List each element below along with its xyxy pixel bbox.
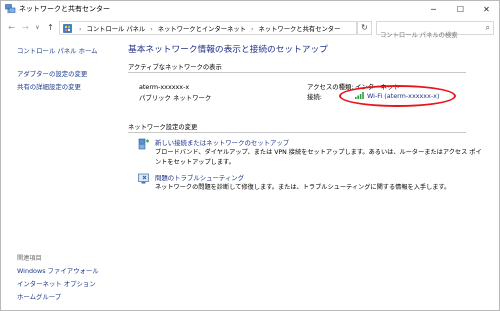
- active-networks-heading: アクティブなネットワークの表示: [128, 64, 222, 71]
- section-divider: [128, 72, 466, 73]
- minimize-button[interactable]: ─: [420, 1, 447, 18]
- network-setup-icon: [138, 138, 149, 150]
- connection-label: 接続:: [307, 93, 322, 101]
- search-box[interactable]: ⌕: [376, 21, 494, 42]
- address-bar[interactable]: › コントロール パネル › ネットワークとインターネット › ネットワークと共…: [59, 21, 405, 35]
- red-highlight-annotation: [339, 85, 456, 107]
- breadcrumb-separator: ›: [79, 26, 82, 33]
- window-title: ネットワークと共有センター: [19, 5, 110, 13]
- address-row: ← → ∨ ↑ › コントロール パネル › ネットワークとインターネット › …: [1, 18, 499, 42]
- main-content: 基本ネットワーク情報の表示と接続のセットアップ アクティブなネットワークの表示 …: [116, 38, 499, 310]
- back-button[interactable]: ←: [6, 21, 17, 35]
- control-panel-icon: [63, 24, 72, 33]
- network-name: aterm-xxxxxx-x: [139, 83, 190, 91]
- search-icon[interactable]: ⌕: [486, 23, 490, 33]
- troubleshoot-description: ネットワークの問題を診断して修復します。または、トラブルシューティングに関する情…: [155, 184, 451, 191]
- control-panel-home-link[interactable]: コントロール パネル ホーム: [17, 46, 98, 55]
- page-title: 基本ネットワーク情報の表示と接続のセットアップ: [128, 45, 328, 55]
- new-connection-description: ブロードバンド、ダイヤルアップ、または VPN 接続をセットアップします。あるい…: [155, 149, 482, 166]
- change-advanced-sharing-link[interactable]: 共有の詳細設定の変更: [17, 82, 81, 91]
- new-connection-link[interactable]: 新しい接続またはネットワークのセットアップ: [155, 138, 289, 147]
- section-divider: [128, 132, 466, 133]
- up-button[interactable]: ↑: [45, 21, 56, 35]
- troubleshoot-icon: [138, 173, 149, 184]
- breadcrumb: › コントロール パネル › ネットワークとインターネット › ネットワークと共…: [76, 24, 340, 33]
- change-settings-heading: ネットワーク設定の変更: [128, 124, 198, 131]
- refresh-button[interactable]: ↻: [357, 21, 372, 35]
- network-sharing-center-window: ネットワークと共有センター ─ ☐ ✕ ← → ∨ ↑ › コントロール パネル…: [0, 0, 500, 311]
- forward-button[interactable]: →: [20, 21, 31, 35]
- see-also-heading: 関連項目: [17, 255, 42, 262]
- homegroup-link[interactable]: ホームグループ: [17, 292, 61, 301]
- maximize-button[interactable]: ☐: [447, 1, 474, 18]
- breadcrumb-control-panel[interactable]: コントロール パネル: [87, 26, 146, 33]
- breadcrumb-separator[interactable]: ›: [251, 26, 254, 33]
- change-adapter-settings-link[interactable]: アダプターの設定の変更: [17, 69, 87, 78]
- recent-locations-button[interactable]: ∨: [32, 21, 43, 35]
- breadcrumb-network-internet[interactable]: ネットワークとインターネット: [158, 26, 246, 33]
- left-nav-pane: コントロール パネル ホーム アダプターの設定の変更 共有の詳細設定の変更 関連…: [1, 38, 116, 310]
- title-bar: ネットワークと共有センター ─ ☐ ✕: [1, 1, 499, 18]
- windows-firewall-link[interactable]: Windows ファイアウォール: [17, 266, 99, 275]
- breadcrumb-separator[interactable]: ›: [150, 26, 153, 33]
- internet-options-link[interactable]: インターネット オプション: [17, 279, 96, 288]
- network-center-icon: [5, 4, 16, 14]
- network-type-link[interactable]: パブリック ネットワーク: [139, 93, 211, 102]
- close-button[interactable]: ✕: [473, 1, 500, 18]
- troubleshoot-link[interactable]: 問題のトラブルシューティング: [155, 173, 244, 182]
- breadcrumb-network-sharing-center[interactable]: ネットワークと共有センター: [259, 26, 341, 33]
- task-troubleshoot: 問題のトラブルシューティング ネットワークの問題を診断して修復します。または、ト…: [138, 173, 488, 197]
- task-new-connection: 新しい接続またはネットワークのセットアップ ブロードバンド、ダイヤルアップ、また…: [138, 138, 488, 166]
